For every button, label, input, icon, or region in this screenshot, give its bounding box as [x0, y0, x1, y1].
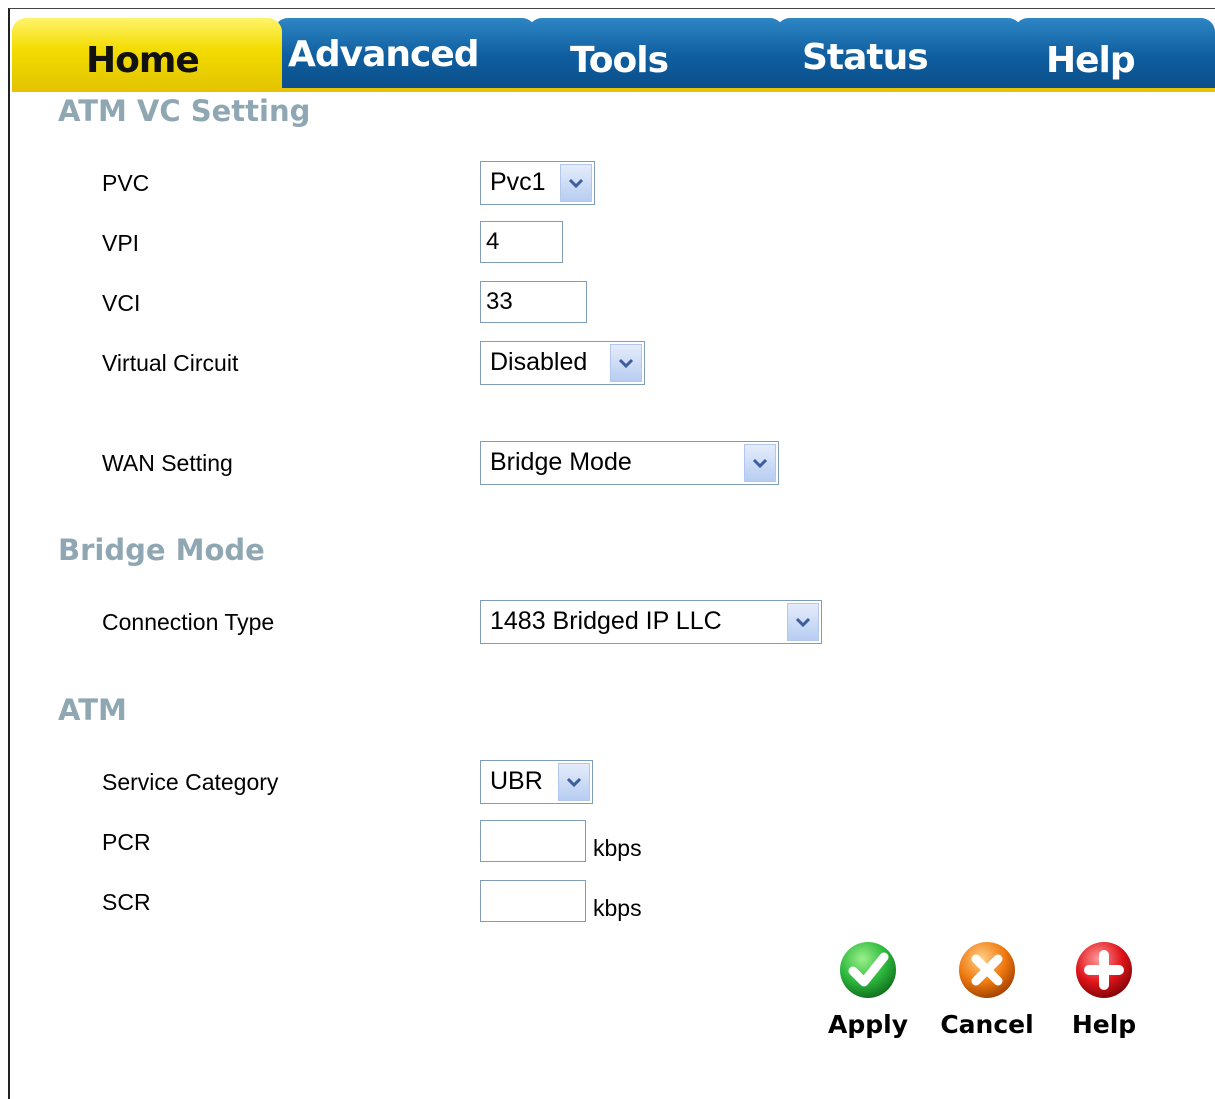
checkmark-icon: [840, 942, 896, 998]
tab-home[interactable]: Home: [12, 18, 282, 88]
vci-label: VCI: [102, 290, 141, 316]
pvc-label: PVC: [102, 170, 150, 196]
vpi-label: VPI: [102, 230, 140, 256]
pcr-label: PCR: [102, 829, 151, 855]
pvc-select[interactable]: Pvc1: [480, 161, 595, 205]
scr-unit: kbps: [593, 895, 642, 921]
connection-type-label: Connection Type: [102, 609, 275, 635]
wan-setting-label: WAN Setting: [102, 450, 233, 476]
apply-label: Apply: [827, 1010, 908, 1039]
cancel-label: Cancel: [940, 1010, 1034, 1039]
wan-setting-select[interactable]: Bridge Mode: [480, 441, 779, 485]
virtual-circuit-select[interactable]: Disabled: [480, 341, 645, 385]
chevron-down-icon[interactable]: [610, 344, 642, 382]
section-heading-atm: ATM: [58, 693, 127, 727]
connection-type-select-value: 1483 Bridged IP LLC: [490, 607, 722, 635]
service-category-select-value: UBR: [490, 767, 543, 795]
virtual-circuit-label: Virtual Circuit: [102, 350, 239, 376]
chevron-down-icon[interactable]: [560, 164, 592, 202]
wan-setting-select-value: Bridge Mode: [490, 448, 632, 476]
chevron-down-icon[interactable]: [787, 603, 819, 641]
tab-advanced[interactable]: Advanced: [274, 18, 536, 88]
scr-input[interactable]: [480, 880, 586, 922]
tab-tools[interactable]: Tools: [528, 18, 784, 88]
pcr-unit: kbps: [593, 835, 642, 861]
section-heading-bridge-mode: Bridge Mode: [58, 533, 265, 567]
chevron-down-icon[interactable]: [558, 763, 590, 801]
cancel-x-icon: [959, 942, 1015, 998]
connection-type-select[interactable]: 1483 Bridged IP LLC: [480, 600, 822, 644]
service-category-select[interactable]: UBR: [480, 760, 593, 804]
service-category-label: Service Category: [102, 769, 279, 795]
help-plus-icon: [1076, 942, 1132, 998]
pcr-input[interactable]: [480, 820, 586, 862]
tab-status[interactable]: Status: [776, 18, 1022, 88]
vpi-input[interactable]: [480, 221, 563, 263]
help-label: Help: [1071, 1010, 1137, 1039]
section-heading-atm-vc-setting: ATM VC Setting: [58, 94, 311, 128]
tab-bar: Home Advanced Tools Status Help: [12, 18, 1215, 92]
scr-label: SCR: [102, 889, 151, 915]
virtual-circuit-select-value: Disabled: [490, 348, 588, 376]
pvc-select-value: Pvc1: [490, 168, 546, 196]
help-button[interactable]: Help: [1049, 940, 1159, 1039]
vci-input[interactable]: [480, 281, 587, 323]
apply-button[interactable]: Apply: [813, 940, 923, 1039]
tab-help[interactable]: Help: [1014, 18, 1215, 88]
chevron-down-icon[interactable]: [744, 444, 776, 482]
cancel-button[interactable]: Cancel: [932, 940, 1042, 1039]
